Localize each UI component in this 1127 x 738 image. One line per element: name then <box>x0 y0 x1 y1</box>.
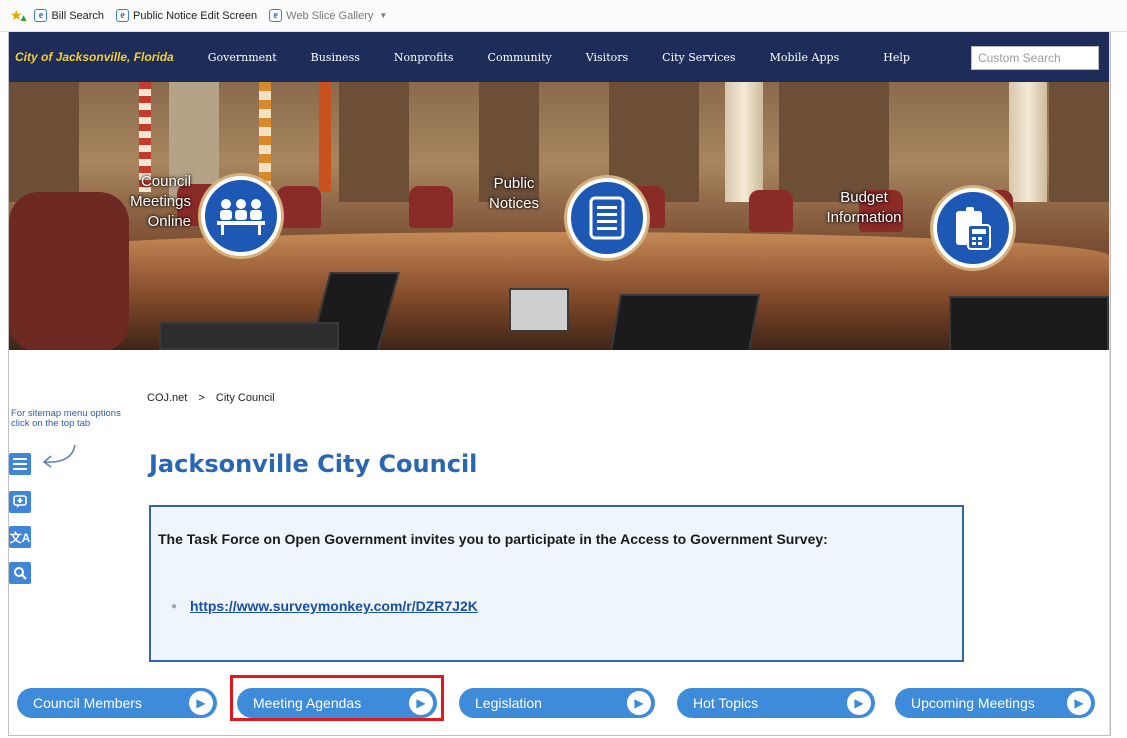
nav-business[interactable]: Business <box>311 51 360 64</box>
page-title: Jacksonville City Council <box>149 450 478 478</box>
breadcrumb-separator: > <box>198 392 205 404</box>
ie-page-icon: e <box>116 9 130 22</box>
favorite-label: Public Notice Edit Screen <box>133 9 258 22</box>
feature-label-line: Online <box>147 213 191 230</box>
notice-text: The Task Force on Open Government invite… <box>158 531 828 547</box>
people-at-table-icon-glyph <box>217 199 265 235</box>
nav-nonprofits[interactable]: Nonprofits <box>394 51 454 64</box>
feature-label-line: Public <box>493 175 535 192</box>
nav-mobile-apps[interactable]: Mobile Apps <box>770 51 840 64</box>
chevron-right-icon: ▶ <box>1067 691 1091 715</box>
favorite-bill-search[interactable]: e Bill Search <box>34 9 104 22</box>
vertical-scrollbar[interactable]: ⌃ ⌄ <box>1109 32 1110 735</box>
upcoming-meetings-button[interactable]: Upcoming Meetings ▶ <box>895 688 1095 718</box>
chevron-down-icon: ▼ <box>379 11 388 20</box>
chevron-right-icon: ▶ <box>189 691 213 715</box>
translate-icon[interactable]: 文A <box>9 526 31 548</box>
breadcrumb-current: City Council <box>215 392 275 404</box>
keyboard <box>159 322 339 350</box>
feature-label-line: Budget <box>840 189 888 206</box>
survey-link[interactable]: https://www.surveymonkey.com/r/DZR7J2K <box>190 598 478 614</box>
legislation-button[interactable]: Legislation ▶ <box>459 688 655 718</box>
wall-panel <box>779 82 889 202</box>
site-nav: City of Jacksonville, Florida Government… <box>9 32 1109 82</box>
nav-visitors[interactable]: Visitors <box>586 51 628 64</box>
button-label: Hot Topics <box>693 695 759 711</box>
search-icon-glyph <box>14 567 27 580</box>
search-icon[interactable] <box>9 562 31 584</box>
document-list-icon-glyph <box>589 196 625 240</box>
hero-banner: Council Meetings Online Public Notices B… <box>9 82 1109 350</box>
button-label: Upcoming Meetings <box>911 695 1035 711</box>
feedback-icon-glyph <box>13 495 27 508</box>
browser-viewport: City of Jacksonville, Florida Government… <box>8 32 1111 736</box>
breadcrumb-home[interactable]: COJ.net <box>147 392 187 404</box>
ie-page-icon: e <box>269 9 283 22</box>
curved-arrow-icon <box>42 444 76 468</box>
people-at-table-icon[interactable] <box>201 176 281 256</box>
feature-budget-information-label[interactable]: Budget Information <box>809 188 919 228</box>
bullet-icon: ● <box>171 601 178 612</box>
nav-help[interactable]: Help <box>883 51 910 64</box>
nav-city-services[interactable]: City Services <box>662 51 735 64</box>
add-favorite-icon: ▲ <box>18 13 29 24</box>
hot-topics-button[interactable]: Hot Topics ▶ <box>677 688 875 718</box>
feature-label-line: Information <box>826 209 902 226</box>
favorite-label: Bill Search <box>51 9 105 22</box>
pillar <box>725 82 763 202</box>
survey-notice: The Task Force on Open Government invite… <box>149 505 964 662</box>
section-buttons: Council Members ▶ Meeting Agendas ▶ Legi… <box>9 684 1109 724</box>
pillar <box>1009 82 1047 202</box>
feature-label-line: Meetings <box>130 193 191 210</box>
chair <box>409 186 453 228</box>
translate-icon-glyph: 文A <box>9 530 31 545</box>
sitemap-hint: For sitemap menu options click on the to… <box>11 408 121 429</box>
monitor <box>509 288 569 332</box>
favorite-web-slice-gallery[interactable]: e Web Slice Gallery ▼ <box>269 9 387 22</box>
menu-icon[interactable] <box>9 453 31 475</box>
ie-page-icon: e <box>34 9 48 22</box>
menu-icon-glyph <box>13 458 27 470</box>
highlight-box <box>230 675 444 721</box>
chair <box>749 190 793 232</box>
site-logo[interactable]: City of Jacksonville, Florida <box>15 50 174 64</box>
feedback-icon[interactable] <box>9 491 31 513</box>
wall-panel <box>1049 82 1109 202</box>
feature-label-line: Notices <box>488 195 540 212</box>
flag <box>259 82 271 192</box>
chevron-right-icon: ▶ <box>627 691 651 715</box>
feature-label-line: Council <box>140 173 191 190</box>
nav-government[interactable]: Government <box>208 51 277 64</box>
monitor <box>609 294 761 350</box>
button-label: Council Members <box>33 695 142 711</box>
flag <box>319 82 331 192</box>
document-list-icon[interactable] <box>567 178 647 258</box>
nav-community[interactable]: Community <box>488 51 552 64</box>
monitor <box>949 296 1109 350</box>
wall-panel <box>339 82 409 202</box>
button-label: Legislation <box>475 695 542 711</box>
chair <box>277 186 321 228</box>
chevron-right-icon: ▶ <box>847 691 871 715</box>
breadcrumb: COJ.net > City Council <box>147 392 283 404</box>
calculator-icon-glyph <box>956 207 991 250</box>
feature-council-meetings-label[interactable]: Council Meetings Online <box>103 172 191 232</box>
council-members-button[interactable]: Council Members ▶ <box>17 688 217 718</box>
feature-public-notices-label[interactable]: Public Notices <box>471 174 557 214</box>
favorites-bar: ★ ▲ e Bill Search e Public Notice Edit S… <box>0 0 1127 32</box>
calculator-icon[interactable] <box>933 188 1013 268</box>
favorite-public-notice-edit[interactable]: e Public Notice Edit Screen <box>116 9 257 22</box>
favorite-label: Web Slice Gallery <box>286 9 374 22</box>
search-input[interactable]: Custom Search <box>971 46 1099 70</box>
wall-panel <box>9 82 79 202</box>
